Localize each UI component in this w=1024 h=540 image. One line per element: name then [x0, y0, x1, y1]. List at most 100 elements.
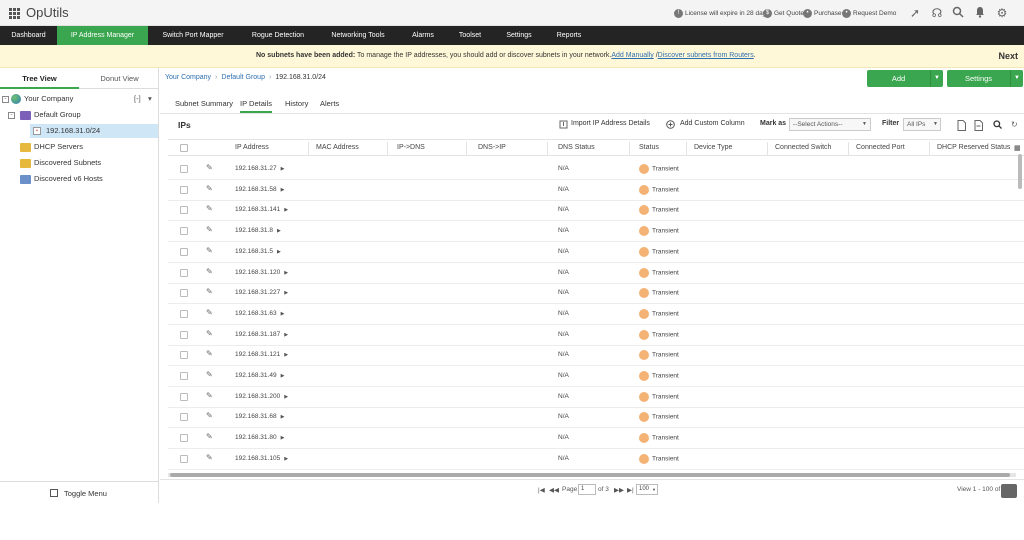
- ip-address-cell[interactable]: 192.168.31.5 ▶: [235, 248, 281, 255]
- ip-address-cell[interactable]: 192.168.31.141 ▶: [235, 206, 288, 213]
- nav-settings[interactable]: Settings: [498, 26, 540, 45]
- row-checkbox[interactable]: [180, 351, 188, 360]
- nav-switch-port-mapper[interactable]: Switch Port Mapper: [152, 26, 234, 45]
- add-dropdown-icon[interactable]: ▼: [930, 70, 943, 87]
- column-chooser-icon[interactable]: ▦: [1014, 144, 1021, 152]
- edit-icon[interactable]: ✎: [206, 391, 214, 400]
- expand-arrow-icon[interactable]: ▶: [281, 166, 285, 172]
- edit-icon[interactable]: ✎: [206, 350, 214, 358]
- tab-tree-view[interactable]: Tree View: [0, 68, 79, 89]
- ip-address-cell[interactable]: 192.168.31.68 ▶: [235, 413, 284, 420]
- gear-icon[interactable]: ⚙: [995, 6, 1009, 20]
- chat-icon[interactable]: [1001, 484, 1017, 498]
- expand-arrow-icon[interactable]: ▶: [284, 352, 288, 358]
- expand-arrow-icon[interactable]: ▶: [284, 394, 288, 400]
- nav-toolset[interactable]: Toolset: [450, 26, 490, 45]
- table-row[interactable]: ✎ 192.168.31.63 ▶ N/A Transient: [168, 304, 1024, 325]
- expand-arrow-icon[interactable]: ▶: [284, 456, 288, 462]
- row-checkbox[interactable]: [180, 372, 188, 380]
- expand-arrow-icon[interactable]: ▶: [277, 249, 281, 255]
- table-row[interactable]: ✎ 192.168.31.68 ▶ N/A Transient: [168, 407, 1024, 429]
- settings-button[interactable]: Settings ▼: [947, 70, 1023, 87]
- pdf-export-icon[interactable]: [974, 120, 983, 133]
- ip-address-cell[interactable]: 192.168.31.121 ▶: [235, 351, 288, 358]
- edit-icon[interactable]: ✎: [206, 412, 214, 420]
- ip-address-cell[interactable]: 192.168.31.80 ▶: [235, 434, 284, 441]
- tree-root-collapse-all[interactable]: [-]: [134, 92, 141, 106]
- expand-arrow-icon[interactable]: ▶: [284, 270, 288, 276]
- edit-icon[interactable]: ✎: [206, 433, 214, 441]
- add-custom-column-button[interactable]: Add Custom Column: [680, 120, 745, 127]
- ip-address-cell[interactable]: 192.168.31.227 ▶: [235, 289, 288, 296]
- row-checkbox[interactable]: [180, 309, 188, 318]
- table-row[interactable]: ✎ 192.168.31.200 ▶ N/A Transient: [168, 387, 1024, 408]
- table-row[interactable]: ✎ 192.168.31.187 ▶ N/A Transient: [168, 325, 1024, 346]
- ip-address-cell[interactable]: 192.168.31.120 ▶: [235, 269, 288, 276]
- column-header[interactable]: DHCP Reserved Status: [937, 144, 1010, 151]
- row-checkbox[interactable]: [180, 165, 188, 173]
- table-row[interactable]: ✎ 192.168.31.27 ▶ N/A Transient: [168, 159, 1024, 180]
- edit-icon[interactable]: ✎: [206, 329, 214, 338]
- row-checkbox[interactable]: [180, 185, 188, 194]
- ip-address-cell[interactable]: 192.168.31.200 ▶: [235, 393, 288, 400]
- table-row[interactable]: ✎ 192.168.31.105 ▶ N/A Transient: [168, 449, 1024, 470]
- nav-alarms[interactable]: Alarms: [402, 26, 444, 45]
- column-header[interactable]: Connected Port: [856, 144, 905, 151]
- banner-next-button[interactable]: Next: [998, 51, 1018, 61]
- column-header[interactable]: MAC Address: [316, 144, 359, 151]
- page-number-input[interactable]: 1: [578, 484, 596, 495]
- tree-item-discovered-v6-hosts[interactable]: Discovered v6 Hosts: [34, 172, 103, 186]
- ip-address-cell[interactable]: 192.168.31.49 ▶: [235, 372, 284, 379]
- search-icon[interactable]: [993, 120, 1002, 131]
- edit-icon[interactable]: ✎: [206, 226, 214, 234]
- table-row[interactable]: ✎ 192.168.31.121 ▶ N/A Transient: [168, 345, 1024, 367]
- tab-alerts[interactable]: Alerts: [320, 97, 339, 113]
- request-demo-button[interactable]: • Request Demo: [840, 7, 899, 20]
- nav-networking-tools[interactable]: Networking Tools: [320, 26, 396, 45]
- tree-root-menu-icon[interactable]: ▾: [148, 92, 152, 106]
- expand-arrow-icon[interactable]: ▶: [284, 332, 288, 338]
- column-header[interactable]: Status: [639, 144, 659, 151]
- table-row[interactable]: ✎ 192.168.31.8 ▶ N/A Transient: [168, 221, 1024, 243]
- row-checkbox[interactable]: [180, 434, 188, 443]
- first-page-icon[interactable]: |◀: [538, 486, 545, 494]
- toggle-menu-button[interactable]: Toggle Menu: [0, 481, 159, 503]
- tree-root[interactable]: Your Company: [24, 92, 73, 106]
- edit-icon[interactable]: ✎: [206, 246, 214, 255]
- column-header[interactable]: IP Address: [235, 144, 269, 151]
- nav-ip-address-manager[interactable]: IP Address Manager: [57, 26, 148, 45]
- tab-subnet-summary[interactable]: Subnet Summary: [175, 97, 233, 113]
- next-page-icon[interactable]: ▶▶: [614, 486, 624, 494]
- nav-rogue-detection[interactable]: Rogue Detection: [241, 26, 315, 45]
- table-row[interactable]: ✎ 192.168.31.141 ▶ N/A Transient: [168, 200, 1024, 222]
- expand-arrow-icon[interactable]: ▶: [281, 187, 285, 193]
- table-row[interactable]: ✎ 192.168.31.58 ▶ N/A Transient: [168, 180, 1024, 201]
- add-button[interactable]: Add ▼: [867, 70, 943, 87]
- import-button[interactable]: Import IP Address Details: [571, 120, 650, 127]
- ip-address-cell[interactable]: 192.168.31.187 ▶: [235, 331, 288, 338]
- column-header[interactable]: Device Type: [694, 144, 732, 151]
- table-row[interactable]: ✎ 192.168.31.5 ▶ N/A Transient: [168, 242, 1024, 263]
- tab-donut-view[interactable]: Donut View: [80, 68, 159, 89]
- tree-item-discovered-subnets[interactable]: Discovered Subnets: [34, 156, 101, 170]
- select-all-checkbox[interactable]: [180, 144, 188, 152]
- column-header[interactable]: DNS->IP: [478, 144, 506, 151]
- tree-item-subnet[interactable]: ▪ 192.168.31.0/24: [30, 124, 158, 138]
- row-checkbox[interactable]: [180, 268, 188, 277]
- breadcrumb-your-company[interactable]: Your Company: [165, 74, 211, 81]
- row-checkbox[interactable]: [180, 413, 188, 422]
- nav-dashboard[interactable]: Dashboard: [0, 26, 57, 45]
- table-row[interactable]: ✎ 192.168.31.120 ▶ N/A Transient: [168, 263, 1024, 284]
- mark-as-select[interactable]: --Select Actions-- ▼: [789, 118, 871, 131]
- row-checkbox[interactable]: [180, 227, 188, 236]
- table-row[interactable]: ✎ 192.168.31.227 ▶ N/A Transient: [168, 283, 1024, 305]
- column-header[interactable]: IP->DNS: [397, 144, 425, 151]
- refresh-icon[interactable]: ↻: [1011, 120, 1018, 129]
- license-button[interactable]: ! License will expire in 28 days: [672, 7, 772, 20]
- expand-arrow-icon[interactable]: ▶: [284, 290, 288, 296]
- edit-icon[interactable]: ✎: [206, 371, 214, 379]
- discover-subnets-link[interactable]: Discover subnets from Routers: [658, 52, 754, 59]
- expand-arrow-icon[interactable]: ▶: [281, 414, 285, 420]
- rocket-icon[interactable]: ➚: [908, 6, 922, 20]
- horizontal-scrollbar[interactable]: [168, 473, 1016, 477]
